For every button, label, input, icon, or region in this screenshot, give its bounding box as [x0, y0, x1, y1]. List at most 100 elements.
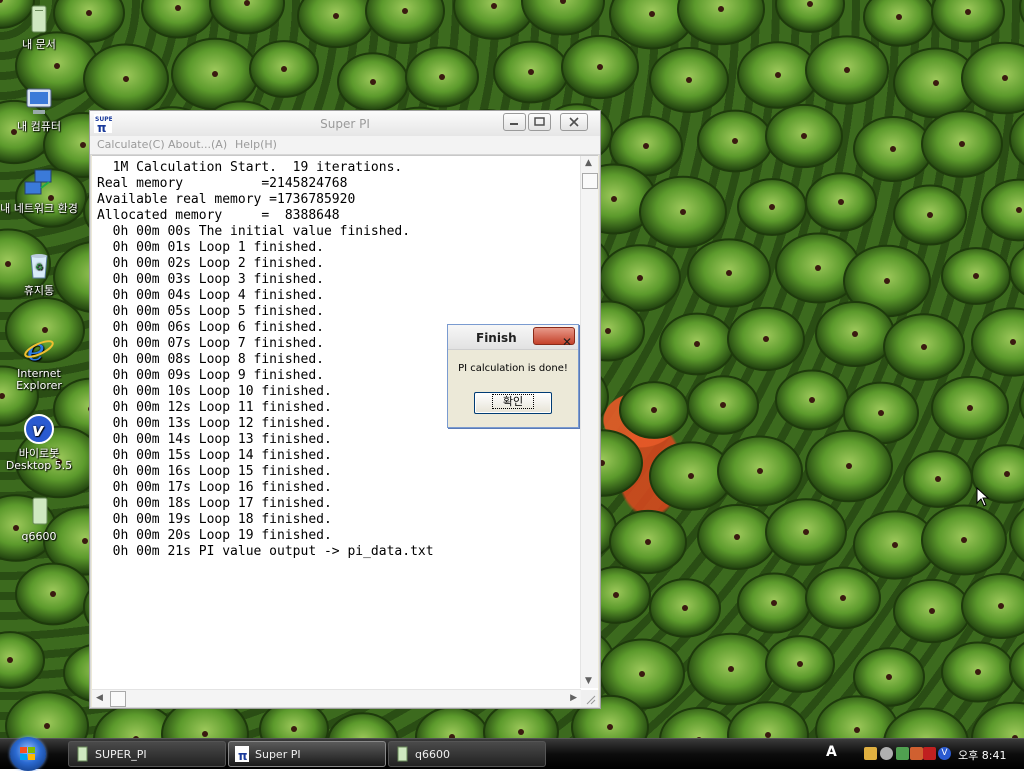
- log-line: 1M Calculation Start. 19 iterations.: [97, 160, 403, 175]
- desktop-icon-my-computer[interactable]: 내 컴퓨터: [0, 86, 78, 133]
- utility-tray-icon[interactable]: [910, 747, 923, 760]
- finish-dialog: Finish ✕ PI calculation is done! 확인: [447, 324, 579, 428]
- anemone-center: [797, 661, 803, 667]
- anemone-center: [927, 212, 933, 218]
- start-button[interactable]: [10, 737, 46, 771]
- input-language-indicator[interactable]: A: [826, 744, 837, 760]
- anemone-center: [809, 397, 815, 403]
- anemone-center: [844, 67, 850, 73]
- desktop-icon-network[interactable]: 내 네트워크 환경: [0, 168, 78, 215]
- anemone-ball: [327, 712, 399, 738]
- horizontal-scrollbar[interactable]: ◀ ▶: [92, 689, 581, 707]
- text-file-icon: [23, 496, 55, 528]
- log-line: 0h 00m 09s Loop 9 finished.: [97, 368, 324, 383]
- superpi-output-area[interactable]: 1M Calculation Start. 19 iterations. Real…: [92, 155, 598, 707]
- vertical-scroll-thumb[interactable]: [582, 173, 598, 189]
- superpi-titlebar[interactable]: SUPERπ Super PI: [90, 111, 600, 137]
- log-line: 0h 00m 04s Loop 4 finished.: [97, 288, 324, 303]
- virobot-tray-icon[interactable]: V: [938, 747, 951, 760]
- scroll-right-icon[interactable]: ▶: [570, 693, 577, 703]
- anemone-center: [933, 80, 939, 86]
- anemone-ball: [297, 0, 375, 49]
- close-button[interactable]: [560, 113, 588, 131]
- anemone-center: [1002, 75, 1008, 81]
- log-line: 0h 00m 06s Loop 6 finished.: [97, 320, 324, 335]
- security-tray-icon[interactable]: [923, 747, 936, 760]
- anemone-center: [973, 273, 979, 279]
- anemone-center: [244, 0, 250, 6]
- log-line: 0h 00m 18s Loop 17 finished.: [97, 496, 332, 511]
- close-icon: [569, 117, 579, 127]
- anemone-center: [607, 724, 613, 730]
- anemone-ball: [1019, 387, 1024, 419]
- vertical-scrollbar[interactable]: ▲ ▼: [580, 156, 598, 688]
- scroll-up-icon[interactable]: ▲: [585, 158, 592, 168]
- desktop-icon-virobot[interactable]: v 바이로봇 Desktop 5.5: [0, 413, 78, 472]
- network-icon: [23, 168, 55, 200]
- taskbar-item-super-pi-folder[interactable]: SUPER_PI: [68, 741, 226, 767]
- desktop-icon-q6600[interactable]: q6600: [0, 496, 78, 543]
- anemone-center: [892, 542, 898, 548]
- anemone-center: [771, 600, 777, 606]
- folder-documents-icon: [23, 4, 55, 36]
- anemone-center: [975, 669, 981, 675]
- taskbar-item-q6600[interactable]: q6600: [388, 741, 546, 767]
- desktop-icon-label: 바이로봇 Desktop 5.5: [5, 447, 73, 472]
- anemone-center: [838, 199, 844, 205]
- anemone-center: [921, 344, 927, 350]
- anemone-ball: [365, 0, 445, 44]
- finish-dialog-title: Finish: [476, 331, 517, 345]
- log-line: 0h 00m 02s Loop 2 finished.: [97, 256, 324, 271]
- desktop-icon-label: 내 문서: [22, 38, 56, 51]
- menu-calculate[interactable]: Calculate(C): [97, 138, 165, 151]
- dialog-close-button[interactable]: ✕: [533, 327, 575, 349]
- desktop-icon-my-documents[interactable]: 내 문서: [0, 4, 78, 51]
- internet-explorer-icon: e: [23, 333, 55, 368]
- minimize-button[interactable]: [503, 113, 526, 131]
- anemone-center: [1010, 339, 1016, 345]
- anemone-center: [50, 591, 56, 597]
- log-line: 0h 00m 00s The initial value finished.: [97, 224, 411, 239]
- anemone-center: [80, 142, 86, 148]
- svg-text:♻: ♻: [35, 263, 43, 273]
- resize-grip-icon[interactable]: [581, 690, 598, 707]
- taskbar-item-super-pi[interactable]: π Super PI: [228, 741, 386, 767]
- anemone-center: [878, 410, 884, 416]
- menu-help[interactable]: Help(H): [235, 138, 277, 151]
- anemone-center: [694, 341, 700, 347]
- ok-button[interactable]: 확인: [474, 392, 552, 414]
- text-file-icon: [397, 746, 408, 762]
- log-line: Available real memory =1736785920: [97, 192, 356, 207]
- finish-dialog-titlebar[interactable]: Finish ✕: [448, 325, 578, 350]
- palette-tray-icon[interactable]: [864, 747, 877, 760]
- anemone-center: [965, 9, 971, 15]
- scroll-down-icon[interactable]: ▼: [585, 676, 592, 686]
- anemone-ball: [5, 691, 89, 738]
- anemone-center: [998, 603, 1004, 609]
- anemone-center: [86, 10, 92, 16]
- computer-icon: [23, 86, 55, 118]
- disk-tray-icon[interactable]: [880, 747, 893, 760]
- anemone-center: [651, 407, 657, 413]
- text-file-icon: [77, 746, 88, 762]
- clock[interactable]: 오후 8:41: [958, 747, 1006, 763]
- windows-logo-icon: [20, 747, 35, 760]
- maximize-button[interactable]: [528, 113, 551, 131]
- taskbar-item-label: Super PI: [255, 748, 301, 761]
- anemone-center: [597, 64, 603, 70]
- anemone-center: [840, 595, 846, 601]
- horizontal-scroll-thumb[interactable]: [110, 691, 126, 707]
- anemone-center: [1004, 471, 1010, 477]
- anemone-center: [202, 731, 208, 737]
- anemone-center: [734, 534, 740, 540]
- desktop-icon-internet-explorer[interactable]: e Internet Explorer: [0, 333, 78, 392]
- anemone-center: [680, 209, 686, 215]
- desktop-icon-recycle-bin[interactable]: ♻ 휴지통: [0, 250, 78, 297]
- anemone-center: [281, 66, 287, 72]
- anemone-center: [639, 671, 645, 677]
- network-tray-icon[interactable]: [896, 747, 909, 760]
- log-line: 0h 00m 14s Loop 13 finished.: [97, 432, 332, 447]
- anemone-center: [611, 196, 617, 202]
- menu-about[interactable]: About...(A): [168, 138, 227, 151]
- scroll-left-icon[interactable]: ◀: [96, 693, 103, 703]
